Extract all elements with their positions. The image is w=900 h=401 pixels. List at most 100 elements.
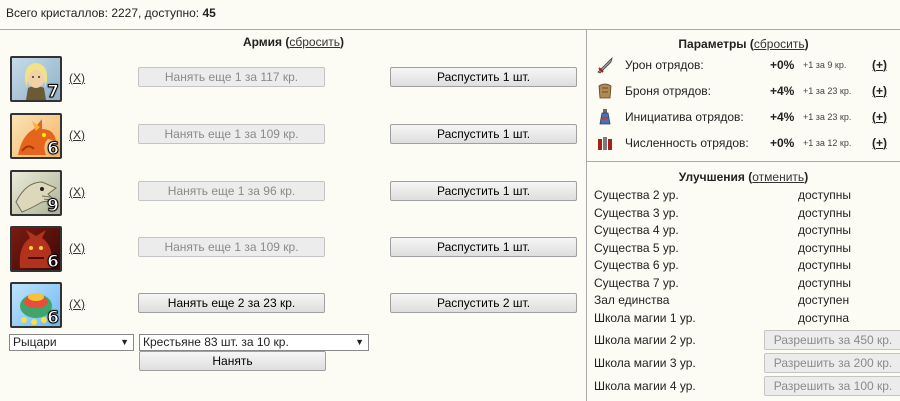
unit-portrait-elf[interactable]: 7 bbox=[10, 56, 62, 102]
unit-level: 6 bbox=[47, 308, 60, 328]
params-reset-link[interactable]: сбросить bbox=[754, 37, 805, 51]
unit-portrait-bone-dragon[interactable]: 9 bbox=[10, 170, 62, 216]
upgrade-name: Существа 4 ур. bbox=[594, 223, 679, 237]
param-value: +0% bbox=[770, 136, 795, 150]
upgrade-name: Существа 3 ур. bbox=[594, 206, 679, 220]
crystals-text: Всего кристаллов: 2227, доступно: bbox=[6, 6, 203, 20]
upgrade-row: Существа 6 ур. доступны bbox=[594, 258, 900, 275]
hire-more-button[interactable]: Нанять еще 1 за 109 кр. bbox=[138, 237, 325, 257]
allow-upgrade-button[interactable]: Разрешить за 100 кр. bbox=[764, 376, 900, 396]
crystals-available: 45 bbox=[202, 6, 216, 20]
param-name: Численность отрядов: bbox=[625, 136, 749, 150]
unit-row: 9 (X) Нанять еще 1 за 96 кр. Распустить … bbox=[0, 170, 587, 218]
param-name: Броня отрядов: bbox=[625, 84, 712, 98]
unit-row: 7 (X) Нанять еще 1 за 117 кр. Распустить… bbox=[0, 56, 587, 104]
unit-portrait-demon[interactable]: 6 bbox=[10, 226, 62, 272]
unit-row: 6 (X) Нанять еще 1 за 109 кр. Распустить… bbox=[0, 226, 587, 274]
param-row-damage: Урон отрядов: +0% +1 за 9 кр. (+) bbox=[587, 55, 900, 77]
upgrade-row: Существа 2 ур. доступны bbox=[594, 188, 900, 205]
unit-row: 6 (X) Нанять еще 1 за 109 кр. Распустить… bbox=[0, 113, 587, 161]
unit-level: 6 bbox=[47, 139, 60, 159]
crystals-summary: Всего кристаллов: 2227, доступно: 45 bbox=[6, 6, 216, 20]
upgrade-name: Существа 7 ур. bbox=[594, 276, 679, 290]
side-panel: Параметры (сбросить) Урон отрядов: +0% +… bbox=[587, 29, 900, 401]
upgrade-name: Школа магии 4 ур. bbox=[594, 379, 696, 393]
param-value: +0% bbox=[770, 58, 795, 72]
param-cost: +1 за 23 кр. bbox=[803, 112, 852, 122]
upgrade-status: доступны bbox=[798, 276, 852, 290]
dismiss-button[interactable]: Распустить 1 шт. bbox=[390, 67, 577, 87]
faction-select-value: Рыцари bbox=[13, 335, 57, 349]
upgrade-name: Школа магии 2 ур. bbox=[594, 333, 696, 347]
hire-more-button[interactable]: Нанять еще 1 за 117 кр. bbox=[138, 67, 325, 87]
sword-icon bbox=[597, 56, 613, 74]
upgrade-name: Существа 6 ур. bbox=[594, 258, 679, 272]
param-increase-link[interactable]: + bbox=[876, 110, 883, 124]
remove-unit-link[interactable]: X bbox=[73, 185, 81, 199]
upgrade-status: доступны bbox=[798, 188, 852, 202]
upgrade-row: Школа магии 2 ур. Разрешить за 450 кр. bbox=[594, 330, 900, 350]
upgrade-name: Зал единства bbox=[594, 293, 670, 307]
param-cost: +1 за 23 кр. bbox=[803, 86, 852, 96]
potion-icon bbox=[599, 109, 611, 125]
unit-select-value: Крестьяне 83 шт. за 10 кр. bbox=[143, 335, 289, 349]
remove-unit-link[interactable]: X bbox=[73, 241, 81, 255]
section-divider bbox=[587, 161, 900, 162]
remove-unit-link[interactable]: X bbox=[73, 297, 81, 311]
param-increase-link[interactable]: + bbox=[876, 84, 883, 98]
param-increase-link[interactable]: + bbox=[876, 58, 883, 72]
dismiss-button[interactable]: Распустить 2 шт. bbox=[390, 293, 577, 313]
unit-level: 9 bbox=[47, 196, 60, 216]
dismiss-button[interactable]: Распустить 1 шт. bbox=[390, 181, 577, 201]
remove-unit-link[interactable]: X bbox=[73, 128, 81, 142]
allow-upgrade-button[interactable]: Разрешить за 200 кр. bbox=[764, 353, 900, 373]
hire-more-button[interactable]: Нанять еще 2 за 23 кр. bbox=[138, 293, 325, 313]
hire-more-button[interactable]: Нанять еще 1 за 96 кр. bbox=[138, 181, 325, 201]
upgrades-header: Улучшения (отменить) bbox=[678, 170, 809, 184]
upgrade-row: Существа 3 ур. доступны bbox=[594, 206, 900, 223]
unit-portrait-tower[interactable]: 6 bbox=[10, 282, 62, 328]
upgrade-status: доступны bbox=[798, 258, 852, 272]
upgrade-status: доступны bbox=[798, 206, 852, 220]
upgrade-status: доступны bbox=[798, 241, 852, 255]
upgrade-status: доступен bbox=[798, 293, 850, 307]
param-row-armor: Броня отрядов: +4% +1 за 23 кр. (+) bbox=[587, 81, 900, 103]
upgrade-row: Существа 4 ур. доступны bbox=[594, 223, 900, 240]
upgrade-row: Зал единства доступен bbox=[594, 293, 900, 310]
remove-unit-link[interactable]: X bbox=[73, 71, 81, 85]
param-row-initiative: Инициатива отрядов: +4% +1 за 23 кр. (+) bbox=[587, 107, 900, 129]
dropdown-arrow-icon: ▼ bbox=[120, 337, 129, 347]
param-cost: +1 за 12 кр. bbox=[803, 138, 852, 148]
army-reset-link[interactable]: сбросить bbox=[289, 35, 340, 49]
dismiss-button[interactable]: Распустить 1 шт. bbox=[390, 124, 577, 144]
upgrade-name: Школа магии 3 ур. bbox=[594, 356, 696, 370]
unit-select[interactable]: Крестьяне 83 шт. за 10 кр. ▼ bbox=[139, 334, 369, 351]
upgrade-name: Существа 2 ур. bbox=[594, 188, 679, 202]
army-header: Армия (сбросить) bbox=[242, 35, 345, 49]
dismiss-button[interactable]: Распустить 1 шт. bbox=[390, 237, 577, 257]
faction-select[interactable]: Рыцари ▼ bbox=[9, 334, 134, 351]
allow-upgrade-button[interactable]: Разрешить за 450 кр. bbox=[764, 330, 900, 350]
upgrades-cancel-link[interactable]: отменить bbox=[752, 170, 804, 184]
params-title: Параметры bbox=[678, 37, 747, 51]
unit-portrait-dragon[interactable]: 6 bbox=[10, 113, 62, 159]
upgrade-status: доступны bbox=[798, 223, 852, 237]
param-cost: +1 за 9 кр. bbox=[803, 60, 847, 70]
unit-level: 7 bbox=[47, 82, 60, 102]
param-increase-link[interactable]: + bbox=[876, 136, 883, 150]
upgrade-row: Школа магии 4 ур. Разрешить за 100 кр. bbox=[594, 376, 900, 396]
armor-icon bbox=[598, 83, 612, 99]
upgrade-status: доступна bbox=[798, 311, 850, 325]
param-row-troops: Численность отрядов: +0% +1 за 12 кр. (+… bbox=[587, 133, 900, 155]
param-name: Урон отрядов: bbox=[625, 58, 704, 72]
upgrade-row: Школа магии 1 ур. доступна bbox=[594, 311, 900, 328]
hire-more-button[interactable]: Нанять еще 1 за 109 кр. bbox=[138, 124, 325, 144]
troops-icon bbox=[598, 137, 612, 150]
upgrade-row: Школа магии 3 ур. Разрешить за 200 кр. bbox=[594, 353, 900, 373]
unit-level: 6 bbox=[47, 252, 60, 272]
hire-button[interactable]: Нанять bbox=[139, 351, 326, 371]
upgrade-row: Существа 7 ур. доступны bbox=[594, 276, 900, 293]
upgrades-title: Улучшения bbox=[678, 170, 745, 184]
army-panel: Армия (сбросить) 7 (X) Нанять еще 1 за 1… bbox=[0, 29, 587, 401]
upgrade-row: Существа 5 ур. доступны bbox=[594, 241, 900, 258]
